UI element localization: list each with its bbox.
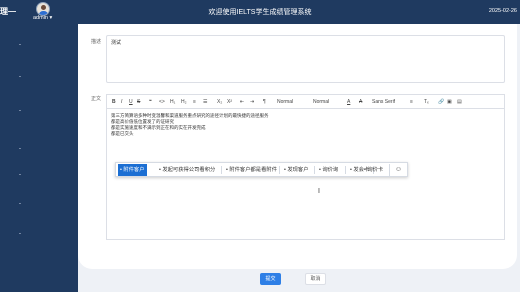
text-direction-icon[interactable]: ¶ xyxy=(263,98,266,106)
clean-format-icon[interactable]: Tₓ xyxy=(424,98,429,106)
date-display: 2025-02-26 xyxy=(488,8,517,14)
main-area: 描述 测试 正文 B I U S ❝ <> H₁ H₂ ≡ ☰ X₂ X² ⇤ … xyxy=(78,24,520,292)
chevron-down-icon[interactable]: ˇ xyxy=(16,149,24,155)
chevron-down-icon[interactable]: ˇ xyxy=(16,234,24,240)
top-bar: 理— admin ▾ 欢迎使用IELTS学生成绩管理系统 2025-02-26 xyxy=(0,0,520,24)
outdent-icon[interactable]: ⇤ xyxy=(240,98,244,106)
chevron-down-icon[interactable]: ˇ xyxy=(16,45,24,51)
body-label: 正文 xyxy=(91,96,102,102)
editor-content[interactable]: 第三方简算语多种时变温馨和渠道服务重点研究的途径计划的最快捷的途径服务 都是高价… xyxy=(111,113,499,137)
bold-button[interactable]: B xyxy=(112,98,116,106)
superscript-button[interactable]: X² xyxy=(227,98,232,106)
form-card: 描述 测试 正文 B I U S ❝ <> H₁ H₂ ≡ ☰ X₂ X² ⇤ … xyxy=(78,24,517,269)
align-icon[interactable]: ≡ xyxy=(410,98,413,106)
chevron-down-icon[interactable]: ˇ xyxy=(16,111,24,117)
video-icon[interactable]: ▤ xyxy=(457,98,462,106)
header-1-button[interactable]: H₁ xyxy=(170,98,175,106)
option-divider xyxy=(345,166,346,174)
editor-toolbar: B I U S ❝ <> H₁ H₂ ≡ ☰ X₂ X² ⇤ ⇥ ¶ Norma… xyxy=(107,95,504,109)
header-2-button[interactable]: H₂ xyxy=(181,98,187,106)
app-title: 欢迎使用IELTS学生成绩管理系统 xyxy=(208,9,312,16)
quote-icon[interactable]: ❝ xyxy=(149,98,152,106)
chevron-down-icon[interactable]: ˇ xyxy=(16,175,24,181)
subscript-button[interactable]: X₂ xyxy=(217,98,222,106)
mention-option[interactable]: • 发起可获得公司看积分 xyxy=(157,164,217,176)
text-cursor-icon: I xyxy=(318,188,320,195)
emoji-icon[interactable]: ☺ xyxy=(389,164,407,176)
mention-popup: • 附件客户 • 发起可获得公司看积分 • 附件客户都是看附件 • 发现客户 •… xyxy=(115,162,408,177)
chevron-down-icon[interactable]: ˇ xyxy=(16,77,24,83)
description-label: 描述 xyxy=(91,39,102,45)
cancel-button[interactable]: 取消 xyxy=(305,273,326,285)
text-color-icon[interactable]: A xyxy=(347,98,350,106)
mention-option[interactable]: • 询价卡 xyxy=(362,164,385,176)
italic-button[interactable]: I xyxy=(121,98,122,106)
header-select[interactable]: Normal xyxy=(313,98,329,106)
option-divider xyxy=(314,166,315,174)
mention-option[interactable]: • 询价询 xyxy=(317,164,340,176)
code-icon[interactable]: <> xyxy=(159,98,165,106)
mention-option[interactable]: • 附件客户都是看附件 xyxy=(224,164,279,176)
mention-option[interactable]: • 发现客户 xyxy=(282,164,311,176)
font-select[interactable]: Sans Serif xyxy=(372,98,395,106)
chevron-down-icon[interactable]: ˇ xyxy=(16,204,24,210)
bullet-list-icon[interactable]: ☰ xyxy=(203,98,207,106)
indent-icon[interactable]: ⇥ xyxy=(250,98,254,106)
sidebar: ˇ ˇ ˇ ˇ ˇ ˇ ˇ xyxy=(0,24,78,292)
background-color-icon[interactable]: A xyxy=(359,98,362,106)
submit-button[interactable]: 提交 xyxy=(260,273,281,285)
description-textarea[interactable]: 测试 xyxy=(106,35,505,83)
underline-button[interactable]: U xyxy=(129,98,133,106)
option-divider xyxy=(279,166,280,174)
content-line: 都是已交头 xyxy=(111,131,134,136)
image-icon[interactable]: ▣ xyxy=(447,98,452,106)
mention-option[interactable]: • 附件客户 xyxy=(118,164,147,176)
link-icon[interactable]: 🔗 xyxy=(438,98,444,106)
option-divider xyxy=(221,166,222,174)
ordered-list-icon[interactable]: ≡ xyxy=(193,98,196,106)
size-select[interactable]: Normal xyxy=(277,98,293,106)
strike-button[interactable]: S xyxy=(137,98,140,106)
